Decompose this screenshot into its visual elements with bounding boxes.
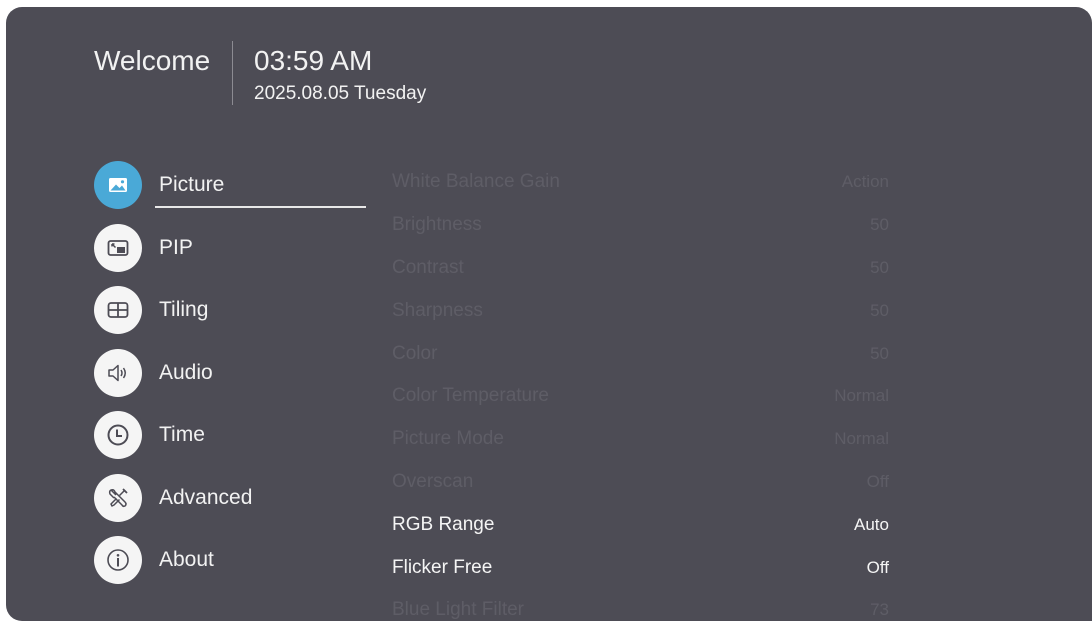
tiling-icon <box>94 286 142 334</box>
setting-name: White Balance Gain <box>392 171 560 193</box>
setting-value: Normal <box>834 386 889 406</box>
menu-item-tiling[interactable]: Tiling <box>94 286 394 334</box>
setting-name: RGB Range <box>392 513 495 535</box>
setting-name: Blue Light Filter <box>392 599 525 621</box>
menu-label-pip: PIP <box>159 235 193 259</box>
menu-item-audio[interactable]: Audio <box>94 348 394 397</box>
menu-label-tiling: Tiling <box>159 298 209 321</box>
setting-value: 73 <box>870 600 889 620</box>
setting-flicker-free[interactable]: Flicker Free Off <box>392 546 889 589</box>
setting-value: 50 <box>870 257 889 277</box>
setting-name: Color <box>392 342 438 364</box>
setting-name: Contrast <box>392 256 464 278</box>
setting-value: Auto <box>854 514 889 534</box>
menu-label-audio: Audio <box>159 360 213 384</box>
picture-icon <box>94 161 142 209</box>
setting-brightness[interactable]: Brightness 50 <box>392 204 889 247</box>
menu-label-picture: Picture <box>159 173 225 196</box>
welcome-text: Welcome <box>94 45 211 76</box>
setting-color-temperature[interactable]: Color Temperature Normal <box>392 375 889 418</box>
selected-underline <box>155 206 366 208</box>
settings-panel: Welcome 03:59 AM 2025.08.05 Tuesday Pict… <box>6 7 1092 621</box>
header-divider <box>232 41 233 105</box>
setting-value: 50 <box>870 215 889 235</box>
audio-icon <box>94 348 142 397</box>
setting-picture-mode[interactable]: Picture Mode Normal <box>392 418 889 461</box>
setting-name: Brightness <box>392 214 482 236</box>
setting-value: 50 <box>870 343 889 363</box>
main-menu: Picture PIP Tiling Audio Time Advanced A… <box>94 161 394 599</box>
setting-rgb-range[interactable]: RGB Range Auto <box>392 503 889 546</box>
clock-time: 03:59 AM <box>254 45 373 76</box>
menu-label-advanced: Advanced <box>159 485 253 509</box>
menu-label-about: About <box>159 548 214 571</box>
settings-list: White Balance Gain Action Brightness 50 … <box>392 161 889 621</box>
clock-icon <box>94 411 142 459</box>
menu-item-about[interactable]: About <box>94 536 394 584</box>
setting-blue-light-filter[interactable]: Blue Light Filter 73 <box>392 589 889 621</box>
setting-value: Off <box>866 557 889 577</box>
setting-color[interactable]: Color 50 <box>392 332 889 375</box>
setting-name: Picture Mode <box>392 428 504 450</box>
setting-overscan[interactable]: Overscan Off <box>392 461 889 504</box>
setting-sharpness[interactable]: Sharpness 50 <box>392 289 889 332</box>
setting-name: Color Temperature <box>392 385 550 407</box>
setting-name: Overscan <box>392 470 474 492</box>
menu-item-pip[interactable]: PIP <box>94 223 394 272</box>
menu-item-advanced[interactable]: Advanced <box>94 473 394 522</box>
info-icon <box>94 536 142 584</box>
setting-white-balance-gain[interactable]: White Balance Gain Action <box>392 161 889 204</box>
setting-name: Flicker Free <box>392 556 493 578</box>
setting-value: Off <box>866 471 889 491</box>
setting-value: 50 <box>870 300 889 320</box>
setting-contrast[interactable]: Contrast 50 <box>392 247 889 290</box>
setting-value: Action <box>841 172 889 192</box>
menu-item-picture[interactable]: Picture <box>94 161 394 209</box>
pip-icon <box>94 223 142 272</box>
menu-item-time[interactable]: Time <box>94 411 394 459</box>
setting-name: Sharpness <box>392 299 483 321</box>
setting-value: Normal <box>834 429 889 449</box>
tools-icon <box>94 473 142 522</box>
clock-date: 2025.08.05 Tuesday <box>254 83 427 104</box>
menu-label-time: Time <box>159 423 205 446</box>
